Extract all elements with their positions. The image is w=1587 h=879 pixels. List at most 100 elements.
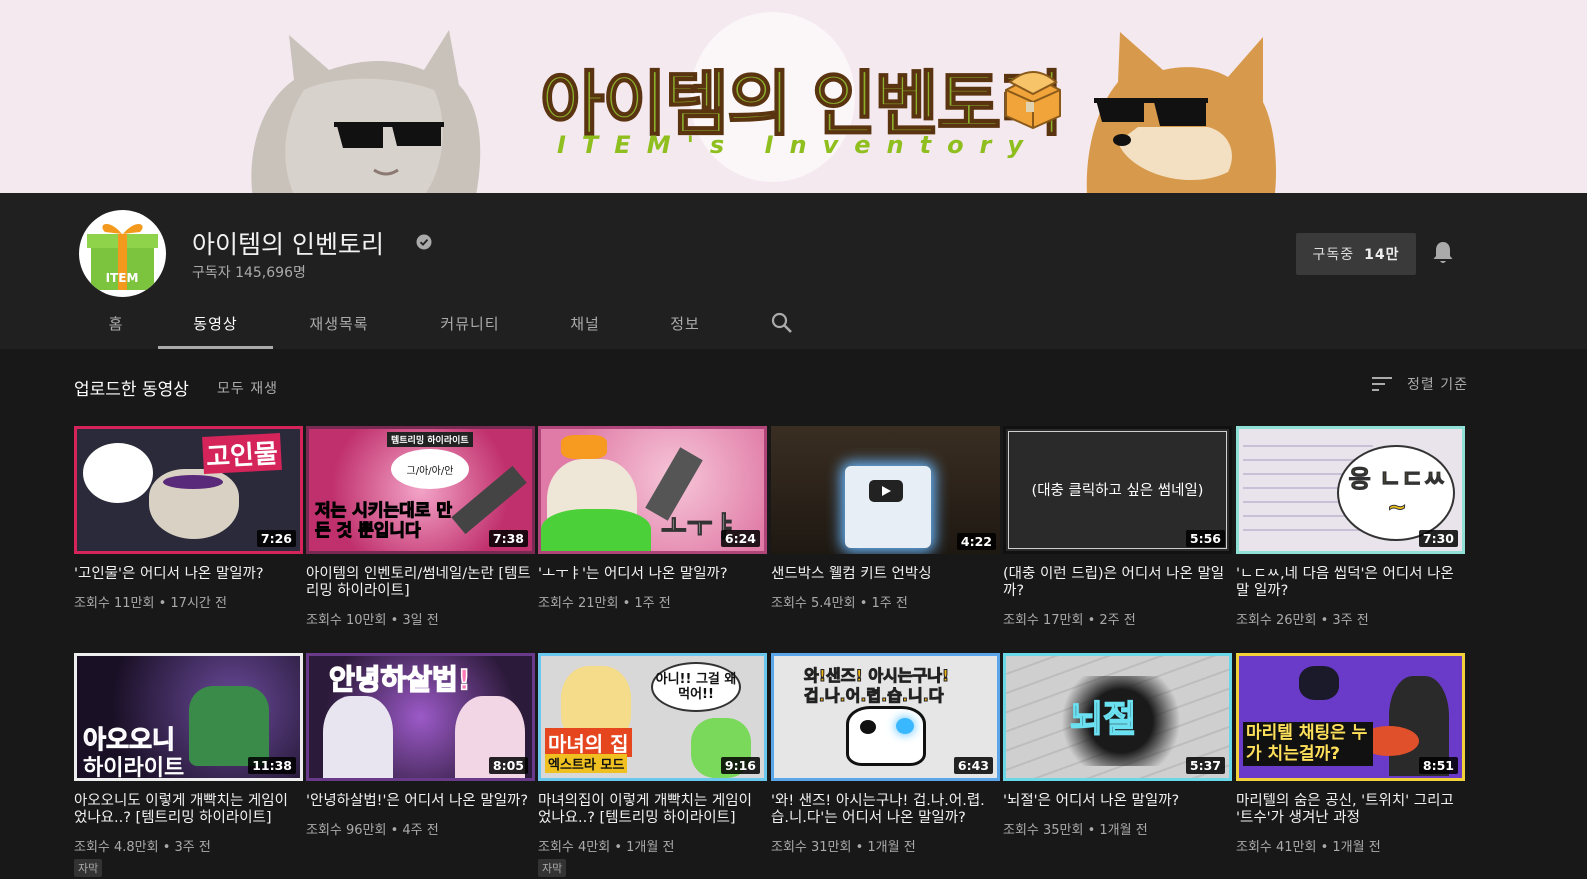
video-duration: 7:30 (1418, 530, 1458, 547)
video-title[interactable]: 아이템의 인벤토리/썸네일/논란 [템트리밍 하이라이트] (306, 566, 535, 600)
video-thumbnail[interactable]: 4:22 (771, 426, 1000, 554)
sort-label: 정렬 기준 (1407, 377, 1468, 393)
tab-videos[interactable]: 동영상 (158, 298, 273, 349)
video-card[interactable]: 응 ㄴㄷㅆ~ 7:30 'ㄴㄷㅆ,네 다음 씹덕'은 어디서 나온 말 일까? … (1236, 426, 1465, 628)
avatar-label: ITEM (106, 271, 139, 285)
banner-subtitle: ITEM's Inventory (557, 131, 1040, 159)
sort-button[interactable]: 정렬 기준 (1371, 374, 1468, 394)
video-card[interactable]: 아오오니 하이라이트 11:38 아오오니도 이렇게 개빡치는 게임이었나요..… (74, 653, 303, 877)
video-duration: 8:05 (488, 757, 528, 774)
video-thumbnail[interactable]: 템트리밍 하이라이트 그/아/아/안 저는 시키는대로 만든 것 뿐입니다 7:… (306, 426, 535, 554)
thumbnail-caption: 마리텔 채팅은 누가 치는걸까? (1243, 722, 1373, 766)
thumbnail-subcaption: 템트리밍 하이라이트 (387, 432, 473, 447)
video-thumbnail[interactable]: 와!샌즈! 아시는구나! 겁.나.어.렵.습.니.다 6:43 (771, 653, 1000, 781)
video-meta: 조회수 41만회 • 1개월 전 (1236, 840, 1381, 855)
video-duration: 7:38 (488, 530, 528, 547)
video-card[interactable]: 안녕하살법! 8:05 '안녕하살법!'은 어디서 나온 말일까? 조회수 96… (306, 653, 535, 838)
video-meta: 조회수 10만회 • 3일 전 (306, 613, 439, 628)
channel-header: ITEM 아이템의 인벤토리 구독자 145,696명 구독중 14만 홈 동영… (0, 193, 1587, 349)
video-thumbnail[interactable]: 아오오니 하이라이트 11:38 (74, 653, 303, 781)
tab-channels[interactable]: 채널 (535, 298, 635, 349)
video-meta: 조회수 21만회 • 1주 전 (538, 596, 671, 611)
video-thumbnail[interactable]: 안녕하살법! 8:05 (306, 653, 535, 781)
tab-playlists[interactable]: 재생목록 (273, 298, 405, 349)
thumbnail-caption: 마녀의 집 (545, 728, 632, 757)
subtitle-badge: 자막 (74, 859, 103, 877)
thumbnail-caption: 안녕하살법! (328, 662, 471, 697)
video-duration: 9:16 (720, 757, 760, 774)
video-title[interactable]: '와! 샌즈! 아시는구나! 겁.나.어.렵.습.니.다'는 어디서 나온 말일… (771, 793, 1000, 827)
channel-avatar[interactable]: ITEM (79, 210, 166, 297)
video-card[interactable]: 템트리밍 하이라이트 그/아/아/안 저는 시키는대로 만든 것 뿐입니다 7:… (306, 426, 535, 628)
thumbnail-caption: 응 ㄴㄷㅆ~ (1348, 465, 1446, 522)
video-meta: 조회수 5.4만회 • 1주 전 (771, 596, 908, 611)
video-meta: 조회수 11만회 • 17시간 전 (74, 596, 227, 611)
video-duration: 6:24 (720, 530, 760, 547)
video-title[interactable]: 마리텔의 숨은 공신, '트위치' 그리고 '트수'가 생겨난 과정 (1236, 793, 1465, 827)
video-meta: 조회수 96만회 • 4주 전 (306, 823, 439, 838)
channel-tabs: 홈 동영상 재생목록 커뮤니티 채널 정보 (74, 298, 735, 349)
video-card[interactable]: (대충 클릭하고 싶은 썸네일) 5:56 (대충 이런 드립)은 어디서 나온… (1003, 426, 1232, 628)
thumbnail-subcaption: 겁.나.어.렵.습.니.다 (804, 686, 945, 706)
verified-icon (416, 234, 432, 250)
video-title[interactable]: '안녕하살법!'은 어디서 나온 말일까? (306, 793, 535, 810)
thumbnail-bubble: 아니!! 그걸 왜먹어!! (651, 662, 741, 712)
video-thumbnail[interactable]: 뇌절 5:37 (1003, 653, 1232, 781)
subscribed-label: 구독중 (1312, 247, 1355, 263)
channel-banner: 아이템의 인벤토리 ITEM's Inventory (0, 0, 1587, 193)
tab-home[interactable]: 홈 (74, 298, 158, 349)
video-thumbnail[interactable]: 응 ㄴㄷㅆ~ 7:30 (1236, 426, 1465, 554)
video-card[interactable]: ㅗㅜㅑ 6:24 'ㅗㅜㅑ'는 어디서 나온 말일까? 조회수 21만회 • 1… (538, 426, 767, 611)
video-title[interactable]: 샌드박스 웰컴 키트 언박싱 (771, 566, 1000, 583)
video-duration: 5:56 (1185, 530, 1225, 547)
thumbnail-caption: 고인물 (202, 432, 282, 475)
video-card[interactable]: 4:22 샌드박스 웰컴 키트 언박싱 조회수 5.4만회 • 1주 전 (771, 426, 1000, 611)
treasure-chest-icon (1005, 71, 1061, 130)
play-icon (869, 480, 903, 502)
video-meta: 조회수 35만회 • 1개월 전 (1003, 823, 1148, 838)
video-card[interactable]: 와!샌즈! 아시는구나! 겁.나.어.렵.습.니.다 6:43 '와! 샌즈! … (771, 653, 1000, 855)
video-title[interactable]: 마녀의집이 이렇게 개빡치는 게임이었나요..? [템트리밍 하이라이트] (538, 793, 767, 827)
video-card[interactable]: 마리텔 채팅은 누가 치는걸까? 8:51 마리텔의 숨은 공신, '트위치' … (1236, 653, 1465, 855)
video-title[interactable]: 'ㄴㄷㅆ,네 다음 씹덕'은 어디서 나온 말 일까? (1236, 566, 1465, 600)
subscribed-button[interactable]: 구독중 14만 (1296, 233, 1416, 275)
play-all-button[interactable]: 모두 재생 (217, 378, 278, 398)
video-meta: 조회수 26만회 • 3주 전 (1236, 613, 1369, 628)
thumbnail-caption: 뇌절 (1069, 698, 1137, 741)
search-icon[interactable] (770, 311, 794, 335)
video-meta: 조회수 4.8만회 • 3주 전 (74, 840, 211, 855)
video-meta: 조회수 31만회 • 1개월 전 (771, 840, 916, 855)
bell-icon[interactable] (1431, 240, 1455, 266)
video-thumbnail[interactable]: 아니!! 그걸 왜먹어!! 마녀의 집 엑스트라 모드 9:16 (538, 653, 767, 781)
video-title[interactable]: 'ㅗㅜㅑ'는 어디서 나온 말일까? (538, 566, 767, 583)
video-card[interactable]: 아니!! 그걸 왜먹어!! 마녀의 집 엑스트라 모드 9:16 마녀의집이 이… (538, 653, 767, 877)
channel-name: 아이템의 인벤토리 (192, 230, 384, 259)
video-thumbnail[interactable]: ㅗㅜㅑ 6:24 (538, 426, 767, 554)
video-duration: 4:22 (956, 533, 996, 550)
video-duration: 8:51 (1418, 757, 1458, 774)
video-title[interactable]: 아오오니도 이렇게 개빡치는 게임이었나요..? [템트리밍 하이라이트] (74, 793, 303, 827)
video-duration: 11:38 (248, 757, 296, 774)
subtitle-badge: 자막 (538, 859, 567, 877)
video-meta: 조회수 4만회 • 1개월 전 (538, 840, 675, 855)
cat-with-sunglasses-image (251, 30, 481, 193)
video-thumbnail[interactable]: (대충 클릭하고 싶은 썸네일) 5:56 (1003, 426, 1232, 554)
video-thumbnail[interactable]: 고인물 7:26 (74, 426, 303, 554)
video-card[interactable]: 뇌절 5:37 '뇌절'은 어디서 나온 말일까? 조회수 35만회 • 1개월… (1003, 653, 1232, 838)
video-title[interactable]: '고인물'은 어디서 나온 말일까? (74, 566, 303, 583)
gift-box-icon: ITEM (87, 223, 158, 290)
thumbnail-caption: (대충 클릭하고 싶은 썸네일) (1031, 483, 1204, 499)
video-duration: 7:26 (256, 530, 296, 547)
video-duration: 6:43 (953, 757, 993, 774)
video-card[interactable]: 고인물 7:26 '고인물'은 어디서 나온 말일까? 조회수 11만회 • 1… (74, 426, 303, 611)
tab-community[interactable]: 커뮤니티 (405, 298, 535, 349)
subscriber-count: 구독자 145,696명 (192, 265, 306, 281)
tab-about[interactable]: 정보 (635, 298, 735, 349)
video-title[interactable]: '뇌절'은 어디서 나온 말일까? (1003, 793, 1232, 810)
video-thumbnail[interactable]: 마리텔 채팅은 누가 치는걸까? 8:51 (1236, 653, 1465, 781)
video-meta: 조회수 17만회 • 2주 전 (1003, 613, 1136, 628)
video-title[interactable]: (대충 이런 드립)은 어디서 나온 말일까? (1003, 566, 1232, 600)
sort-icon (1372, 377, 1392, 391)
video-duration: 5:37 (1185, 757, 1225, 774)
subscribed-count: 14만 (1364, 247, 1400, 263)
